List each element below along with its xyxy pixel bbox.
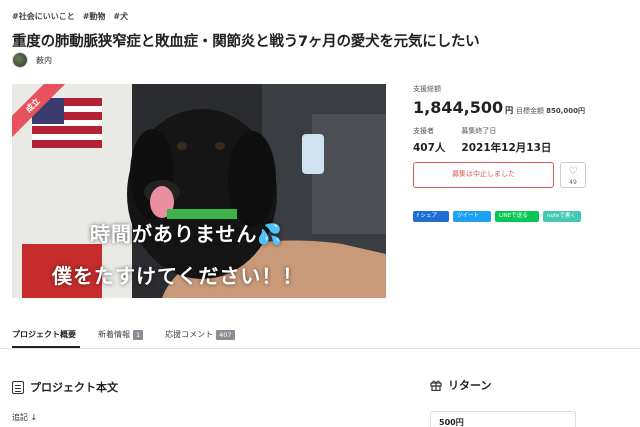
funding-goal: 目標金額 850,000円 bbox=[516, 106, 585, 116]
like-button[interactable]: ♡ 49 bbox=[560, 162, 586, 188]
like-count: 49 bbox=[569, 179, 577, 186]
funding-unit: 円 bbox=[505, 106, 514, 115]
tab-overview[interactable]: プロジェクト概要 bbox=[12, 329, 76, 340]
project-tabs: プロジェクト概要 新着情報 1 応援コメント 407 bbox=[12, 329, 235, 340]
tab-comments[interactable]: 応援コメント 407 bbox=[165, 329, 235, 340]
tab-updates-label: 新着情報 bbox=[98, 330, 130, 339]
updates-count-badge: 1 bbox=[133, 329, 144, 340]
project-body-heading: プロジェクト本文 bbox=[12, 379, 118, 395]
avatar[interactable] bbox=[12, 52, 28, 68]
note-share-button[interactable]: noteで書く bbox=[543, 211, 581, 222]
comments-count-badge: 407 bbox=[216, 329, 235, 340]
share-buttons: f シェア ツイート LINEで送る noteで書く bbox=[413, 211, 581, 222]
tag-social[interactable]: #社会にいいこと bbox=[12, 11, 75, 22]
project-owner[interactable]: 薮内 bbox=[12, 52, 52, 68]
hero-caption-line-1: 時間がありません💦 bbox=[90, 222, 284, 246]
owner-name[interactable]: 薮内 bbox=[36, 55, 52, 66]
project-title: 重度の肺動脈狭窄症と敗血症・関節炎と戦う7ヶ月の愛犬を元気にしたい bbox=[12, 34, 480, 50]
gift-icon bbox=[430, 380, 442, 391]
addendum-note: 追記 ↓ bbox=[12, 413, 38, 422]
funding-summary: 支援総額 1,844,500 円 目標金額 850,000円 bbox=[413, 84, 593, 117]
end-date: 2021年12月13日 bbox=[461, 142, 552, 154]
tab-overview-label: プロジェクト概要 bbox=[12, 330, 76, 339]
tab-updates[interactable]: 新着情報 1 bbox=[98, 329, 144, 340]
end-date-label: 募集終了日 bbox=[461, 127, 497, 135]
hero-image: 成立 時間がありません💦 僕をたすけてください！！ bbox=[12, 84, 386, 298]
facebook-share-button[interactable]: f シェア bbox=[413, 211, 449, 222]
returns-heading: リターン bbox=[430, 377, 491, 393]
goal-value: 850,000円 bbox=[546, 107, 585, 115]
line-share-button[interactable]: LINEで送る bbox=[495, 211, 539, 222]
tab-comments-label: 応援コメント bbox=[165, 330, 214, 339]
tag-dog[interactable]: #犬 bbox=[113, 11, 128, 22]
return-item-price[interactable]: 500円 bbox=[430, 411, 576, 427]
funding-label: 支援総額 bbox=[413, 85, 441, 93]
twitter-share-button[interactable]: ツイート bbox=[453, 211, 491, 222]
heart-icon: ♡ bbox=[568, 166, 578, 177]
project-body-title: プロジェクト本文 bbox=[30, 381, 118, 394]
campaign-stopped-button[interactable]: 募集は中止しました bbox=[413, 162, 554, 188]
tab-divider bbox=[0, 348, 640, 349]
category-tags: #社会にいいこと #動物 #犬 bbox=[12, 11, 128, 22]
tag-animal[interactable]: #動物 bbox=[83, 11, 106, 22]
hero-caption-line-2: 僕をたすけてください！！ bbox=[52, 264, 304, 288]
funding-amount: 1,844,500 円 bbox=[413, 98, 514, 117]
returns-title: リターン bbox=[448, 379, 492, 392]
project-stats: 支援者 407人 募集終了日 2021年12月13日 bbox=[413, 126, 551, 155]
document-icon bbox=[12, 380, 24, 394]
goal-label: 目標金額 bbox=[515, 107, 544, 115]
backers-label: 支援者 bbox=[413, 127, 434, 135]
backers-count: 407人 bbox=[413, 142, 446, 154]
